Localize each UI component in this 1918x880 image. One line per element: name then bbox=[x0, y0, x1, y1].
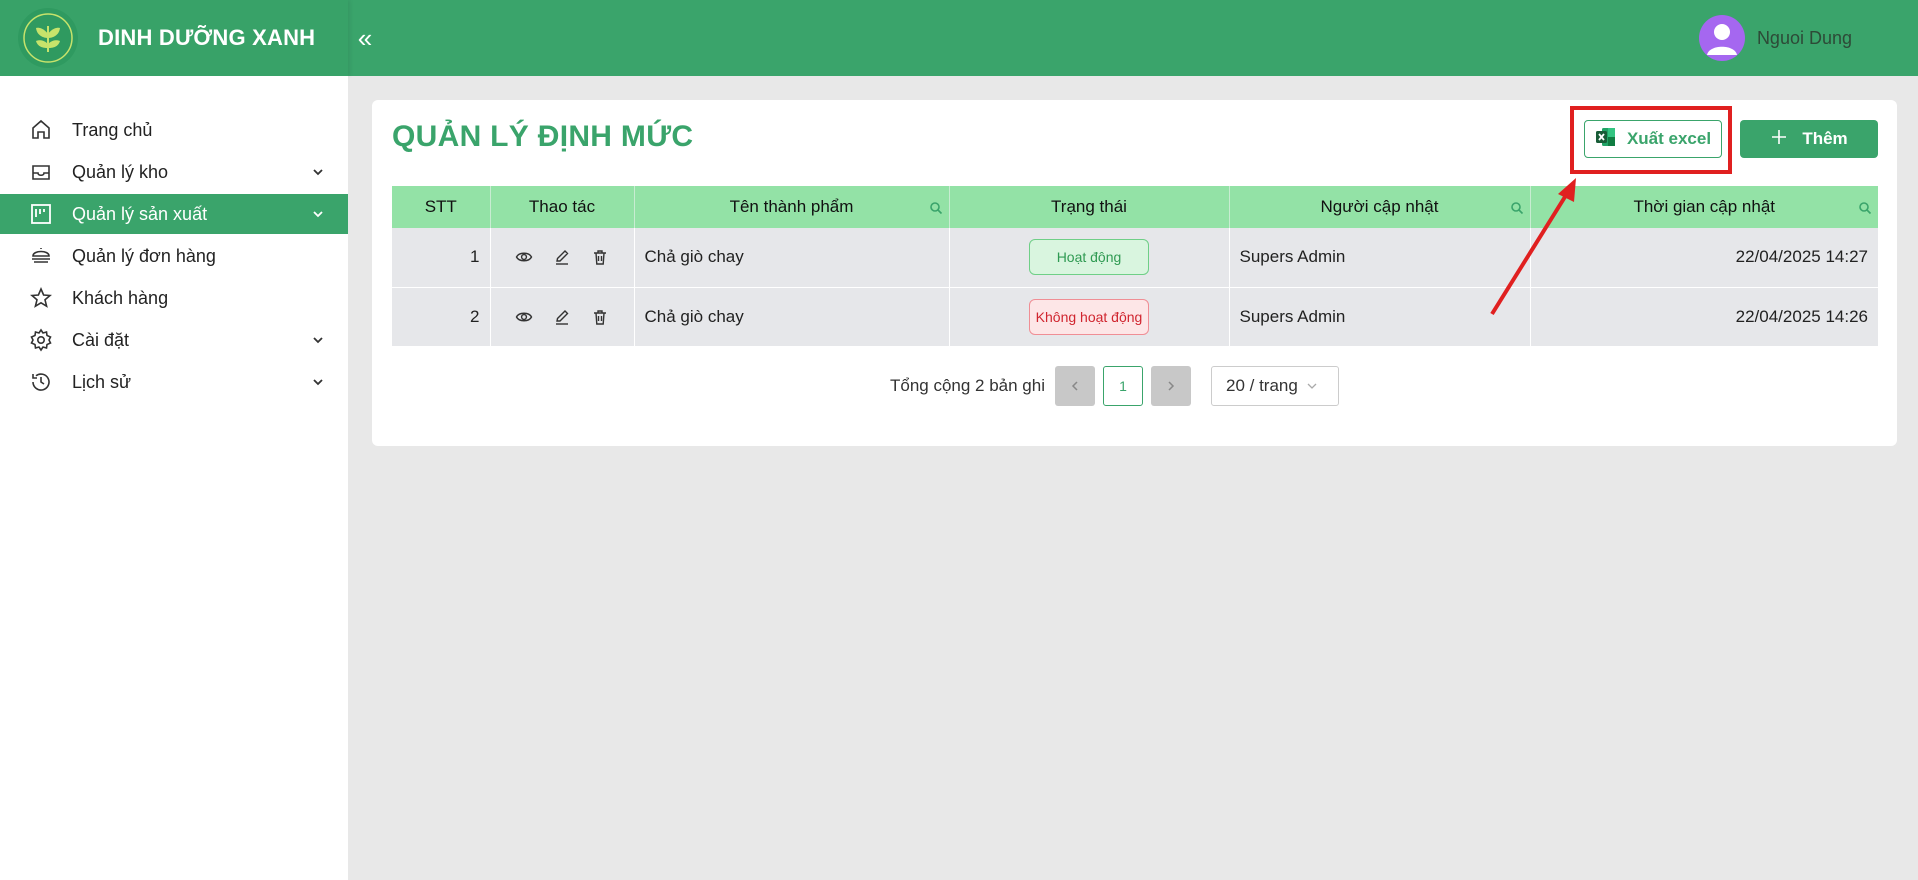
column-header-actions: Thao tác bbox=[490, 186, 635, 228]
data-table: STT Thao tác Tên thành phẩm Trạng thái N… bbox=[392, 186, 1878, 347]
top-header: DINH DƯỠNG XANH « Nguoi Dung bbox=[0, 0, 1918, 76]
chevron-left-icon bbox=[1071, 381, 1078, 391]
home-icon bbox=[28, 117, 54, 143]
column-header-stt: STT bbox=[392, 186, 491, 228]
table-row: 1 Chả giò chay Hoạt động Supers Admin 22… bbox=[392, 228, 1878, 288]
page-size-value: 20 / trang bbox=[1226, 376, 1298, 395]
sidebar-item-orders[interactable]: Quản lý đơn hàng bbox=[0, 236, 348, 276]
plus-icon bbox=[1770, 128, 1788, 151]
sidebar-item-warehouse[interactable]: Quản lý kho bbox=[0, 152, 348, 192]
inbox-icon bbox=[28, 159, 54, 185]
sidebar-item-label: Khách hàng bbox=[72, 287, 169, 308]
prev-page-button[interactable] bbox=[1055, 366, 1095, 406]
cell-status: Không hoạt động bbox=[949, 287, 1230, 347]
sidebar-item-production[interactable]: Quản lý sản xuất bbox=[0, 194, 348, 234]
logo bbox=[18, 8, 78, 68]
cell-status: Hoạt động bbox=[949, 228, 1230, 288]
edit-icon[interactable] bbox=[551, 246, 573, 268]
annotation-arrow bbox=[1490, 178, 1576, 316]
sidebar-item-customers[interactable]: Khách hàng bbox=[0, 278, 348, 318]
page-size-select[interactable]: 20 / trang bbox=[1211, 366, 1339, 406]
excel-icon bbox=[1595, 126, 1617, 153]
brand: DINH DƯỠNG XANH bbox=[0, 0, 348, 76]
table-row: 2 Chả giò chay Không hoạt động Supers Ad… bbox=[392, 287, 1878, 347]
cell-stt: 2 bbox=[392, 287, 491, 347]
cell-actions bbox=[490, 228, 635, 288]
sidebar-item-label: Quản lý đơn hàng bbox=[72, 245, 216, 266]
gear-icon bbox=[28, 327, 54, 353]
cell-product-name: Chả giò chay bbox=[634, 228, 950, 288]
export-excel-button[interactable]: Xuất excel bbox=[1584, 120, 1722, 158]
star-icon bbox=[28, 285, 54, 311]
sidebar-item-label: Quản lý sản xuất bbox=[72, 203, 208, 224]
sidebar-item-label: Cài đặt bbox=[72, 329, 130, 350]
history-icon bbox=[28, 369, 54, 395]
collapse-sidebar-button[interactable]: « bbox=[350, 23, 380, 53]
sidebar: Trang chủ Quản lý kho Quản lý sản xuất Q… bbox=[0, 76, 348, 880]
delete-icon[interactable] bbox=[589, 306, 611, 328]
sidebar-item-settings[interactable]: Cài đặt bbox=[0, 320, 348, 360]
search-icon[interactable] bbox=[1858, 200, 1872, 215]
sidebar-item-history[interactable]: Lịch sử bbox=[0, 362, 348, 402]
cell-actions bbox=[490, 287, 635, 347]
user-name: Nguoi Dung bbox=[1756, 27, 1852, 48]
user-menu[interactable]: Nguoi Dung bbox=[1698, 0, 1852, 76]
search-icon[interactable] bbox=[929, 200, 943, 215]
add-button[interactable]: Thêm bbox=[1740, 120, 1878, 158]
sidebar-item-label: Quản lý kho bbox=[72, 161, 169, 182]
cell-product-name: Chả giò chay bbox=[634, 287, 950, 347]
chevron-down-icon bbox=[1307, 383, 1317, 389]
chevron-down-icon bbox=[310, 206, 326, 222]
avatar bbox=[1698, 15, 1745, 61]
factory-icon bbox=[28, 201, 54, 227]
total-records: Tổng cộng 2 bản ghi bbox=[889, 376, 1045, 395]
page-number-button[interactable]: 1 bbox=[1103, 366, 1143, 406]
cell-stt: 1 bbox=[392, 228, 491, 288]
add-label: Thêm bbox=[1802, 129, 1848, 148]
delete-icon[interactable] bbox=[589, 246, 611, 268]
next-page-button[interactable] bbox=[1151, 366, 1191, 406]
page-title: QUẢN LÝ ĐỊNH MỨC bbox=[392, 120, 694, 153]
double-chevron-left-icon: « bbox=[357, 22, 373, 53]
export-excel-label: Xuất excel bbox=[1626, 129, 1712, 148]
status-badge: Hoạt động bbox=[1029, 239, 1149, 276]
sidebar-item-label: Trang chủ bbox=[72, 119, 153, 140]
sidebar-item-label: Lịch sử bbox=[72, 371, 132, 392]
pagination: Tổng cộng 2 bản ghi 1 20 / trang bbox=[372, 366, 1897, 406]
main-card: QUẢN LÝ ĐỊNH MỨC Xuất excel Thêm STT Tha… bbox=[372, 100, 1897, 446]
chevron-down-icon bbox=[310, 164, 326, 180]
chevron-right-icon bbox=[1168, 381, 1175, 391]
chevron-down-icon bbox=[310, 374, 326, 390]
column-header-status: Trạng thái bbox=[949, 186, 1230, 228]
brand-name: DINH DƯỠNG XANH bbox=[98, 25, 316, 50]
status-badge: Không hoạt động bbox=[1029, 298, 1149, 335]
column-header-product-name: Tên thành phẩm bbox=[634, 186, 950, 228]
order-icon bbox=[28, 243, 54, 269]
view-icon[interactable] bbox=[513, 306, 535, 328]
chevron-down-icon bbox=[310, 332, 326, 348]
sidebar-item-home[interactable]: Trang chủ bbox=[0, 110, 348, 150]
edit-icon[interactable] bbox=[551, 306, 573, 328]
user-icon bbox=[1706, 24, 1737, 55]
view-icon[interactable] bbox=[513, 246, 535, 268]
table-header-row: STT Thao tác Tên thành phẩm Trạng thái N… bbox=[392, 186, 1878, 228]
